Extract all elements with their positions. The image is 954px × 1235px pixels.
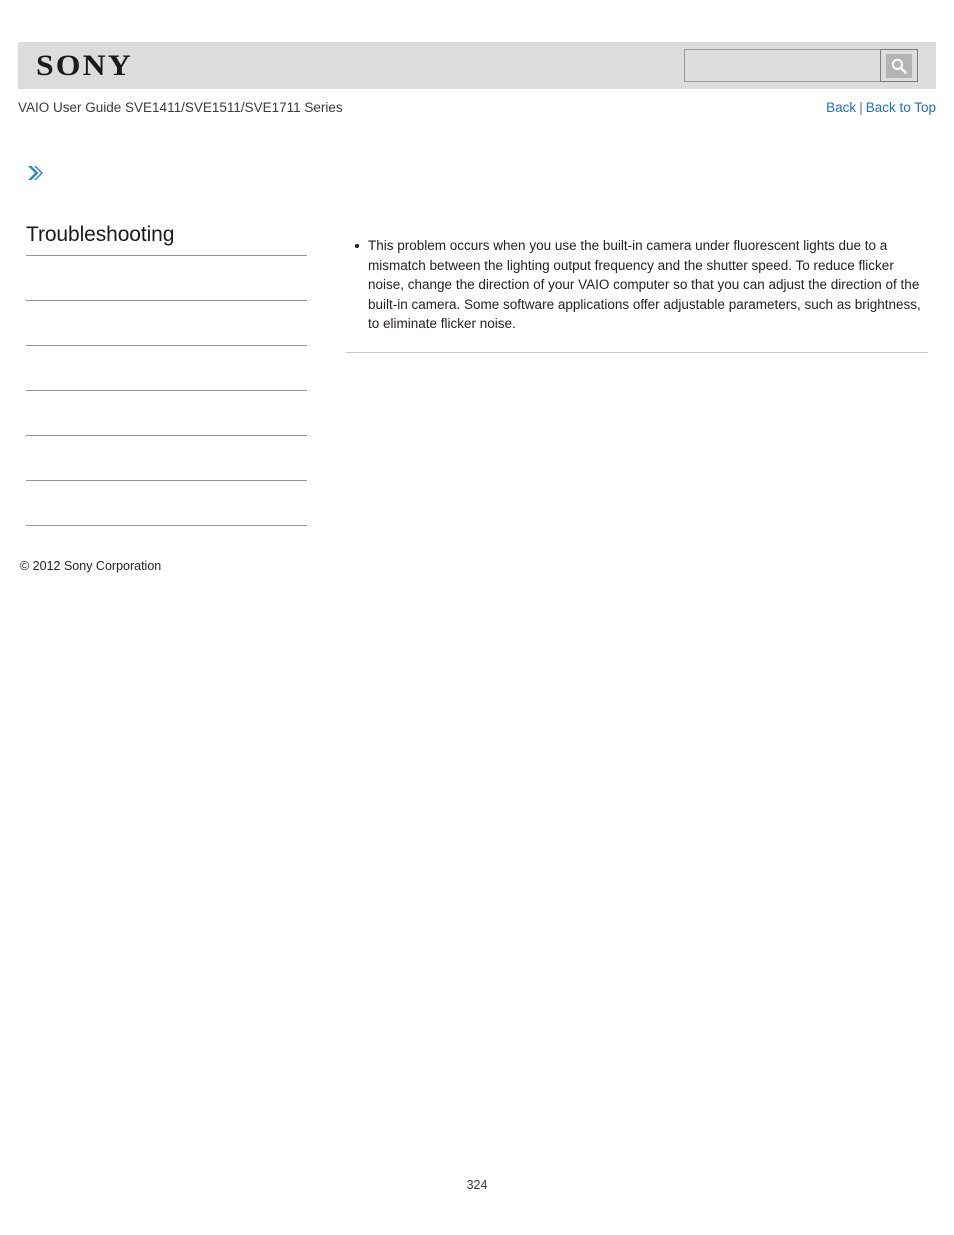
sidebar-item-label (26, 436, 307, 442)
link-separator: | (859, 100, 863, 115)
magnifier-icon (886, 53, 912, 78)
header-band: SONY (18, 42, 936, 89)
sidebar-item-6[interactable] (26, 480, 307, 525)
sidebar: Troubleshooting (26, 222, 307, 526)
subheader-row: VAIO User Guide SVE1411/SVE1511/SVE1711 … (18, 100, 936, 120)
back-to-top-link[interactable]: Back to Top (866, 100, 936, 115)
page-title: Troubleshooting (26, 223, 175, 246)
sidebar-item-label (26, 301, 307, 307)
sidebar-item-label (26, 481, 307, 487)
sony-logo: SONY (36, 49, 133, 82)
guide-title: VAIO User Guide SVE1411/SVE1511/SVE1711 … (18, 100, 343, 115)
header-nav-links: Back | Back to Top (826, 100, 936, 115)
content-bottom-divider (346, 352, 928, 353)
sidebar-item-1[interactable] (26, 255, 307, 300)
search-button[interactable] (880, 49, 918, 82)
back-link[interactable]: Back (826, 100, 856, 115)
chevron-right-icon[interactable] (24, 162, 46, 184)
answer-bullet-list: This problem occurs when you use the bui… (346, 236, 928, 334)
sidebar-item-3[interactable] (26, 345, 307, 390)
sidebar-list-end-divider (26, 525, 307, 526)
search-input[interactable] (684, 49, 880, 82)
main-content: This problem occurs when you use the bui… (346, 236, 928, 334)
sidebar-item-4[interactable] (26, 390, 307, 435)
search-widget (684, 49, 918, 82)
sidebar-item-label (26, 256, 307, 262)
page-number: 324 (466, 1178, 488, 1192)
sidebar-item-2[interactable] (26, 300, 307, 345)
copyright-text: © 2012 Sony Corporation (20, 559, 162, 573)
sidebar-item-label (26, 346, 307, 352)
list-item: This problem occurs when you use the bui… (346, 236, 928, 334)
sidebar-item-5[interactable] (26, 435, 307, 480)
sidebar-item-label (26, 391, 307, 397)
